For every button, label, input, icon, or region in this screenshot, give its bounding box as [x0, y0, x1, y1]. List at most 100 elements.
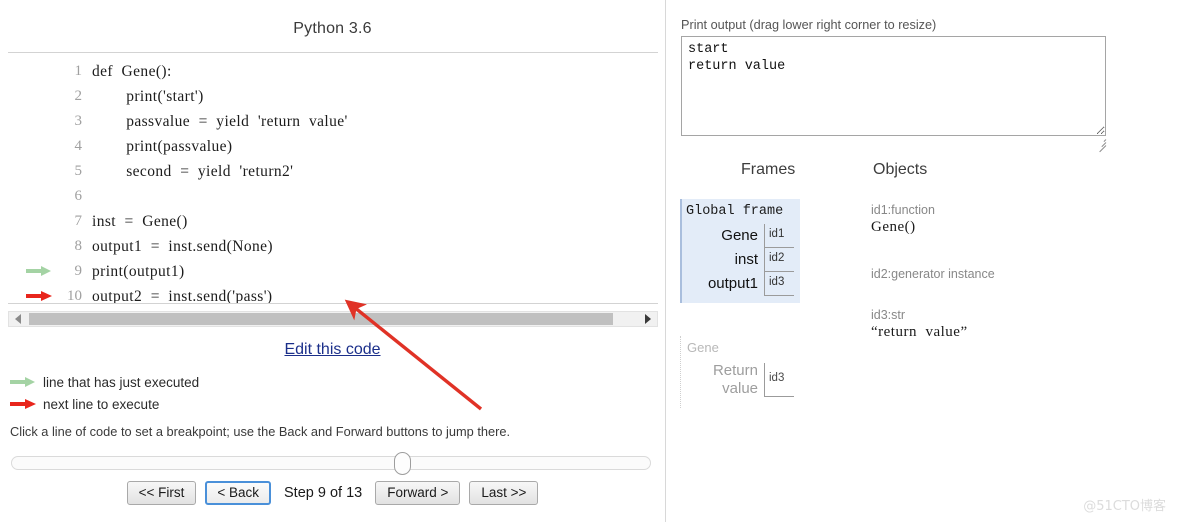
object-value: “return value”	[871, 324, 968, 340]
app-root: Python 3.6 1 def Gene(): 2 print('start') 3…	[0, 0, 1184, 522]
legend-next-to-execute-label: next line to execute	[43, 396, 160, 412]
frame-var-row: output1 id3	[686, 272, 794, 296]
resize-handle-icon[interactable]	[1096, 137, 1107, 153]
var-name: Gene	[721, 227, 758, 244]
step-slider-thumb[interactable]	[394, 452, 411, 475]
watermark: @51CTO博客	[1083, 499, 1166, 514]
red-arrow-icon	[10, 399, 36, 409]
frame-gene-title: Gene	[687, 340, 719, 355]
green-arrow-icon	[10, 377, 36, 387]
var-name: output1	[707, 275, 758, 292]
code-display[interactable]: 1 def Gene(): 2 print('start') 3 passvalue …	[8, 52, 658, 304]
var-value: id1	[764, 224, 794, 248]
code-line-text: print(passvalue)	[92, 137, 233, 155]
legend-just-executed-label: line that has just executed	[43, 374, 200, 390]
execution-marker-cell	[8, 259, 56, 284]
execution-marker-cell	[8, 284, 56, 303]
code-line-row[interactable]: 1 def Gene():	[8, 59, 348, 84]
objects-heading: Objects	[873, 161, 928, 178]
line-number: 2	[74, 88, 83, 104]
execution-marker-cell	[8, 209, 56, 234]
var-value: id3	[764, 272, 794, 296]
object-entry: id3:str “return value”	[871, 307, 968, 342]
frame-global-title: Global frame	[686, 204, 784, 219]
code-line-row[interactable]: 6	[8, 184, 348, 209]
code-line-text: second = yield 'return2'	[92, 162, 294, 180]
code-line-row[interactable]: 2 print('start')	[8, 84, 348, 109]
scroll-right-icon[interactable]	[645, 314, 651, 324]
frame-var-row: inst id2	[686, 248, 794, 272]
line-number: 10	[67, 288, 82, 304]
object-value: Gene()	[871, 219, 916, 235]
scroll-left-icon[interactable]	[15, 314, 21, 324]
line-number: 1	[74, 63, 83, 79]
line-number: 6	[74, 188, 83, 204]
var-value: id2	[764, 248, 794, 272]
print-output-textarea[interactable]: start return value	[681, 36, 1106, 136]
code-line-row[interactable]: 9 print(output1)	[8, 259, 348, 284]
execution-marker-cell	[8, 84, 56, 109]
code-line-row[interactable]: 8 output1 = inst.send(None)	[8, 234, 348, 259]
var-name: inst	[734, 251, 758, 268]
step-controls: << First < Back Step 9 of 13 Forward > L…	[0, 481, 665, 505]
line-number: 8	[74, 238, 83, 254]
back-button[interactable]: < Back	[205, 481, 271, 505]
code-line-text	[90, 184, 348, 209]
execution-marker-cell	[8, 159, 56, 184]
code-horizontal-scrollbar[interactable]	[8, 311, 658, 327]
green-arrow-icon	[26, 265, 52, 276]
code-line-text: print(output1)	[92, 262, 185, 280]
code-line-text: output2 = inst.send('pass')	[92, 287, 273, 304]
frame-var-row: Return value id3	[687, 360, 794, 400]
execution-marker-cell	[8, 234, 56, 259]
frame-var-row: Gene id1	[686, 224, 794, 248]
code-lines-table: 1 def Gene(): 2 print('start') 3 passvalue …	[8, 59, 348, 304]
frame-gene: Gene Return value id3	[680, 336, 800, 408]
execution-marker-cell	[8, 59, 56, 84]
page-title: Python 3.6	[293, 20, 372, 37]
forward-button[interactable]: Forward >	[375, 481, 461, 505]
var-name: Return value	[712, 362, 758, 397]
print-output-label: Print output (drag lower right corner to…	[681, 18, 937, 32]
red-arrow-icon	[26, 290, 52, 301]
line-number: 4	[74, 138, 83, 154]
object-type: id3:str	[871, 308, 906, 322]
code-line-row[interactable]: 4 print(passvalue)	[8, 134, 348, 159]
breakpoint-hint: Click a line of code to set a breakpoint…	[10, 424, 511, 439]
first-button[interactable]: << First	[126, 481, 197, 505]
execution-marker-cell	[8, 134, 56, 159]
line-number: 5	[74, 163, 83, 179]
legend-just-executed: line that has just executed	[10, 371, 510, 393]
scrollbar-thumb[interactable]	[29, 313, 613, 325]
execution-marker-cell	[8, 109, 56, 134]
code-line-row[interactable]: 5 second = yield 'return2'	[8, 159, 348, 184]
code-line-text: output1 = inst.send(None)	[92, 237, 273, 255]
visualization-pane: Print output (drag lower right corner to…	[666, 0, 1184, 522]
step-slider-track[interactable]	[11, 456, 651, 470]
execution-legend: line that has just executed next line to…	[10, 371, 510, 415]
code-line-row[interactable]: 10 output2 = inst.send('pass')	[8, 284, 348, 304]
var-value: id3	[764, 363, 794, 397]
code-line-text: passvalue = yield 'return value'	[92, 112, 348, 130]
frame-global: Global frame Gene id1 inst id2 output1 i…	[680, 199, 800, 303]
object-entry: id2:generator instance	[871, 266, 995, 282]
code-line-text: print('start')	[92, 87, 204, 105]
frames-heading: Frames	[741, 161, 796, 178]
step-counter-label: Step 9 of 13	[284, 485, 363, 501]
edit-this-code-link-wrap: Edit this code	[0, 341, 665, 359]
code-line-row[interactable]: 3 passvalue = yield 'return value'	[8, 109, 348, 134]
edit-this-code-link[interactable]: Edit this code	[284, 341, 380, 358]
code-visualizer-pane: Python 3.6 1 def Gene(): 2 print('start') 3…	[0, 0, 665, 522]
line-number: 7	[74, 213, 83, 229]
code-line-text: def Gene():	[92, 62, 172, 80]
object-type: id1:function	[871, 203, 935, 217]
execution-marker-cell	[8, 184, 56, 209]
object-entry: id1:function Gene()	[871, 202, 935, 237]
legend-next-to-execute: next line to execute	[10, 393, 510, 415]
last-button[interactable]: Last >>	[469, 481, 539, 505]
line-number: 9	[74, 263, 83, 279]
line-number: 3	[74, 113, 83, 129]
code-line-row[interactable]: 7 inst = Gene()	[8, 209, 348, 234]
code-line-text: inst = Gene()	[92, 212, 188, 230]
object-type: id2:generator instance	[871, 267, 995, 281]
